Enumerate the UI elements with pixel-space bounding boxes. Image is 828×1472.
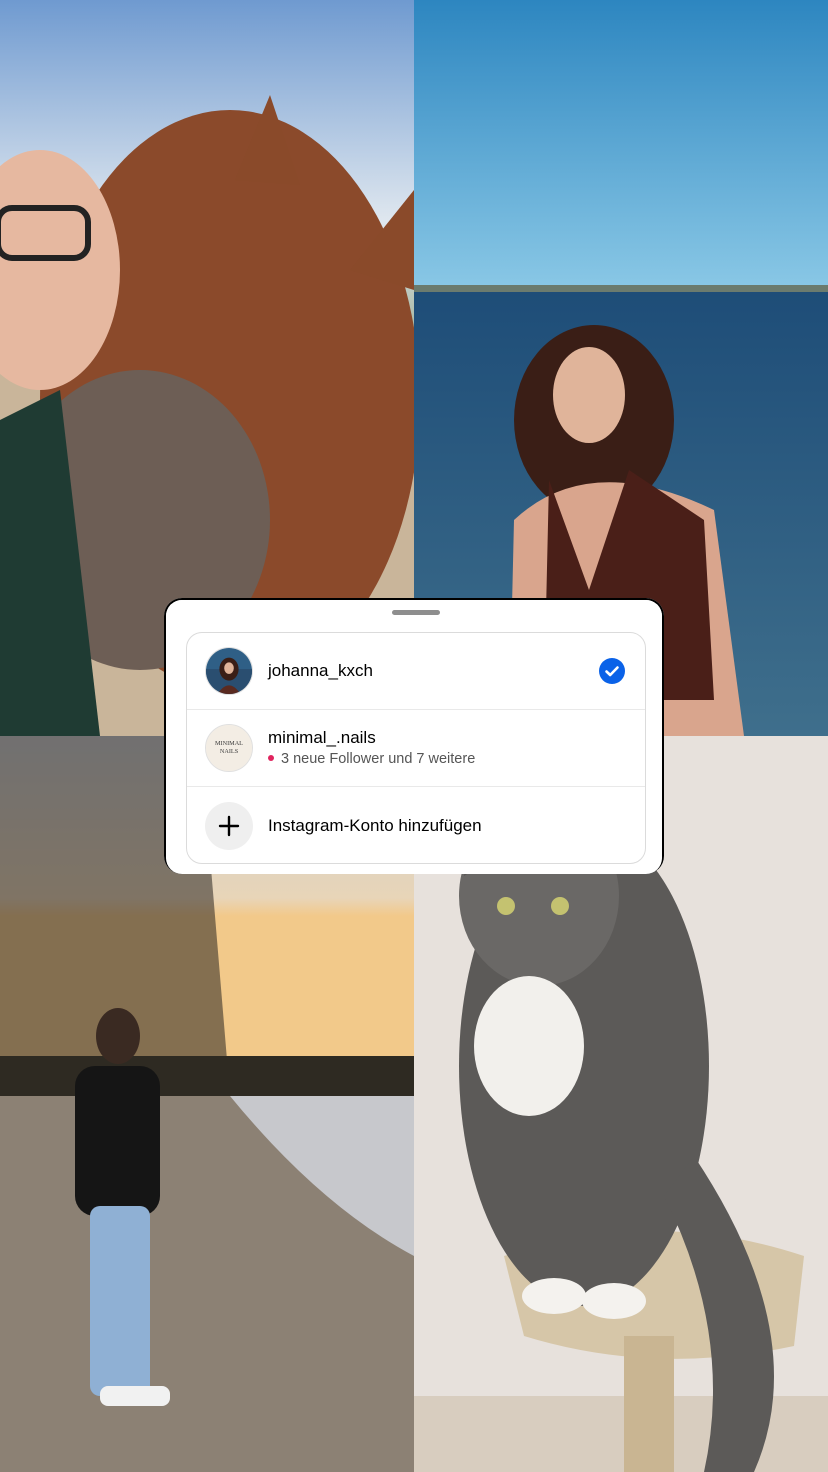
account-switcher-sheet: johanna_kxch MINIMAL NAILS minimal_.nail… [164, 598, 664, 874]
plus-icon [205, 802, 253, 850]
account-row-johanna[interactable]: johanna_kxch [187, 633, 645, 709]
avatar [205, 647, 253, 695]
add-account-button[interactable]: Instagram-Konto hinzufügen [187, 786, 645, 863]
notification-dot [268, 755, 274, 762]
selected-checkmark-icon [599, 658, 625, 684]
account-username: johanna_kxch [268, 661, 373, 680]
account-username: minimal_.nails [268, 728, 376, 747]
sheet-panel: johanna_kxch MINIMAL NAILS minimal_.nail… [166, 600, 662, 874]
add-account-label: Instagram-Konto hinzufügen [268, 816, 482, 835]
notification-text: 3 neue Follower und 7 weitere [281, 751, 476, 767]
svg-text:MINIMAL: MINIMAL [215, 740, 243, 747]
notification-summary: 3 neue Follower und 7 weitere [268, 751, 475, 767]
account-row-minimal-nails[interactable]: MINIMAL NAILS minimal_.nails 3 neue Foll… [187, 709, 645, 787]
sheet-drag-handle[interactable] [392, 610, 440, 615]
svg-text:NAILS: NAILS [220, 748, 239, 755]
account-list: johanna_kxch MINIMAL NAILS minimal_.nail… [186, 632, 646, 864]
avatar-minimal-nails-logo: MINIMAL NAILS [205, 724, 253, 772]
